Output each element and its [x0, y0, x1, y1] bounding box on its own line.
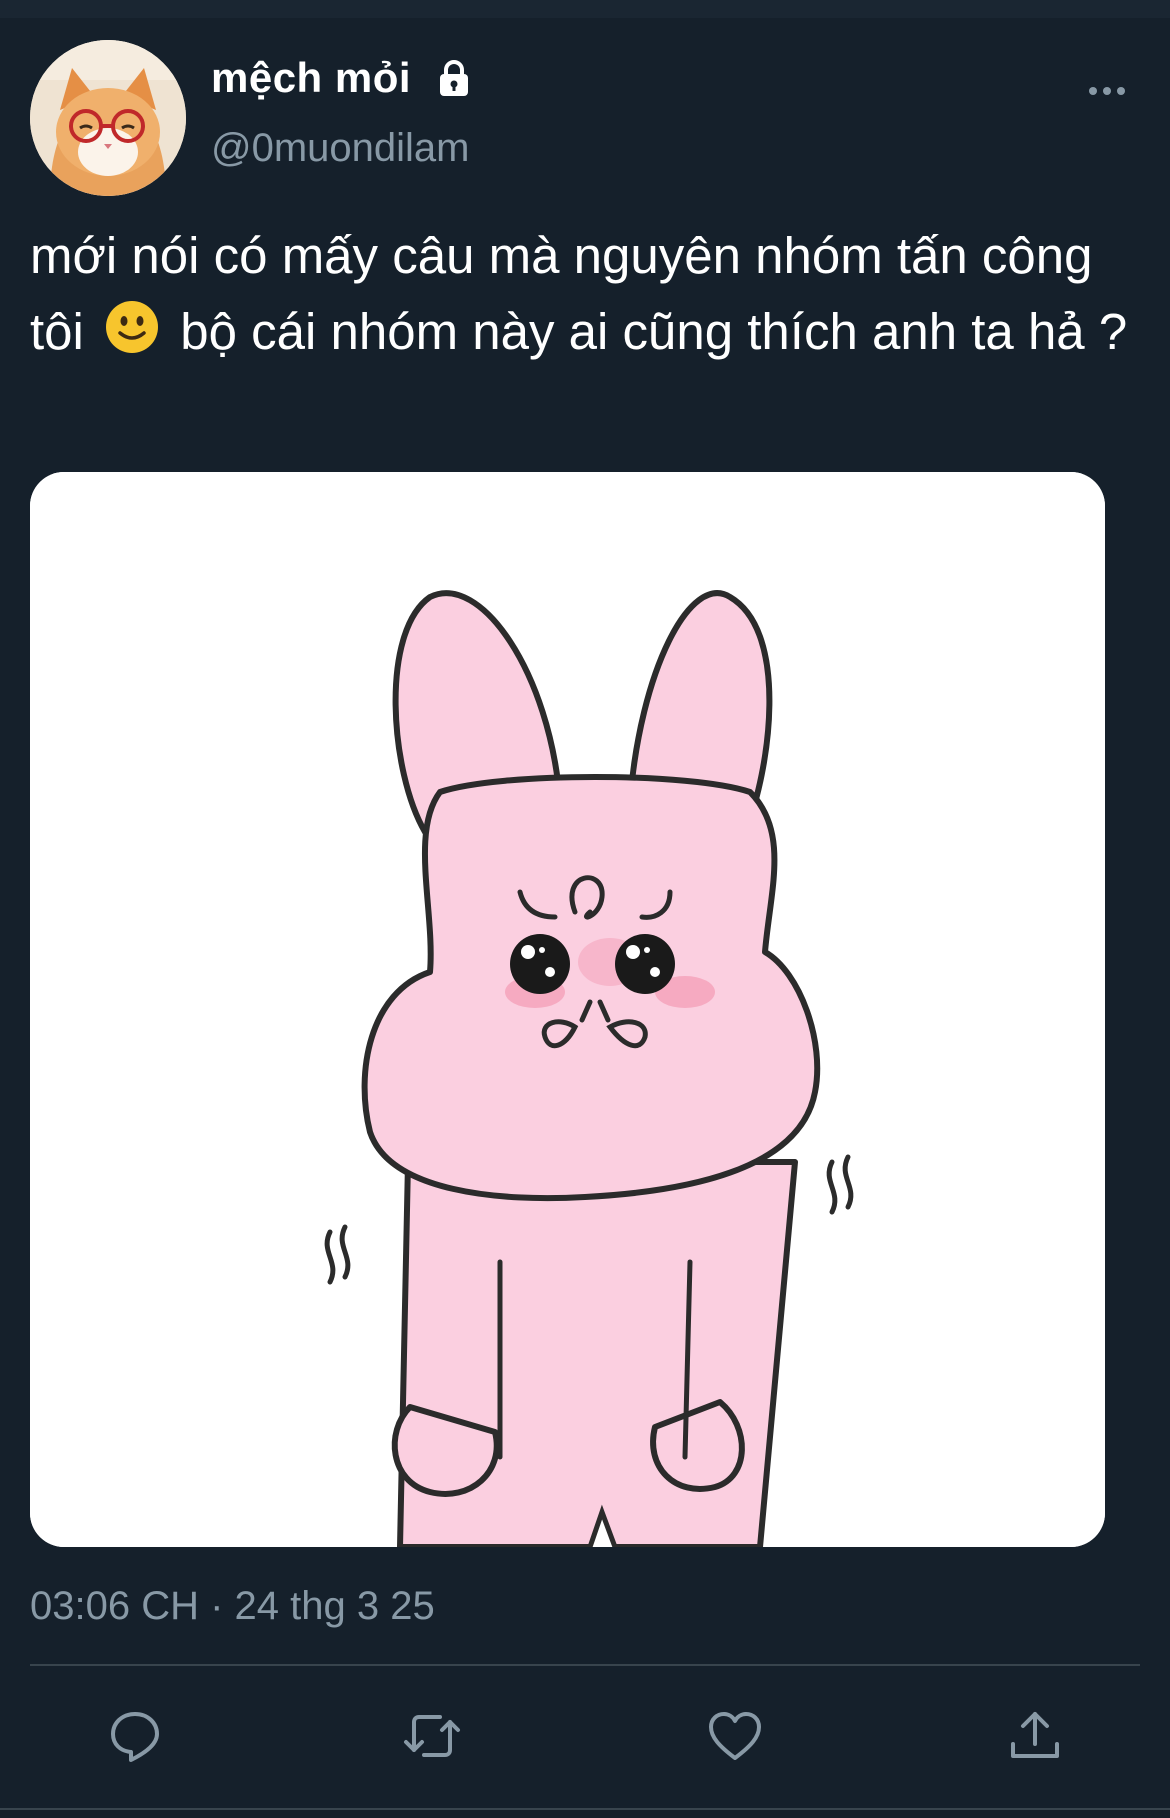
like-button[interactable]: [705, 1706, 765, 1766]
crying-rabbit-illustration: [30, 472, 1105, 1547]
bottom-divider: [0, 1808, 1170, 1810]
lock-icon: [440, 60, 468, 96]
more-icon[interactable]: [1086, 78, 1128, 104]
retweet-button[interactable]: [402, 1706, 462, 1766]
heart-icon: [709, 1712, 761, 1760]
divider: [30, 1664, 1140, 1666]
reply-icon: [111, 1712, 159, 1762]
avatar[interactable]: [30, 40, 186, 196]
share-icon: [1011, 1712, 1059, 1758]
reply-button[interactable]: [105, 1706, 165, 1766]
share-button[interactable]: [1005, 1706, 1065, 1766]
display-name[interactable]: mệch mỏi: [211, 50, 411, 106]
tweet-media-image[interactable]: [30, 472, 1105, 1547]
status-bar-strip: [0, 0, 1170, 18]
tweet-text-part2: bộ cái nhóm này ai cũng thích anh ta hả …: [180, 303, 1128, 360]
tweet-text: mới nói có mấy câu mà nguyên nhóm tấn cô…: [30, 218, 1140, 370]
user-handle[interactable]: @0muondilam: [211, 122, 470, 174]
tweet-timestamp[interactable]: 03:06 CH · 24 thg 3 25: [30, 1580, 435, 1632]
retweet-icon: [404, 1715, 460, 1757]
slightly-smiling-face-emoji: [106, 301, 159, 353]
cat-avatar-image: [30, 40, 186, 196]
